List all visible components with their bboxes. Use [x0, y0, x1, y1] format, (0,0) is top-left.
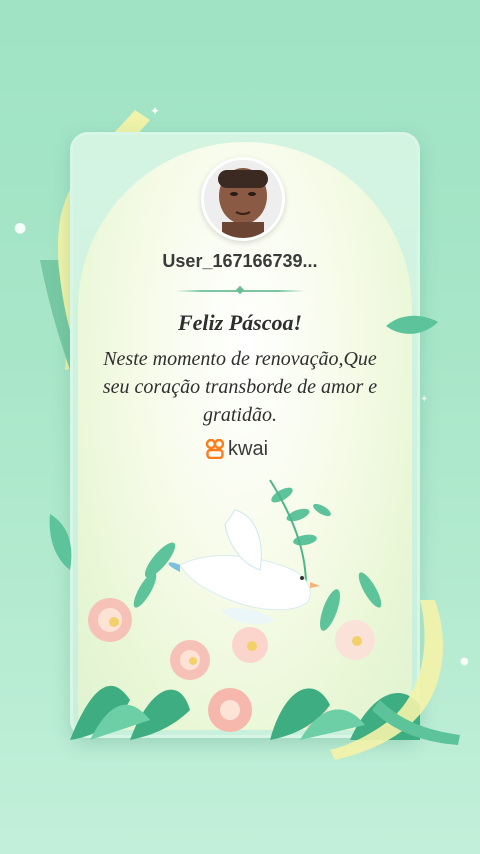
sparkle-icon: ✦	[420, 394, 429, 405]
sparkle-icon: ●	[14, 220, 27, 236]
leaf-decoration	[386, 315, 438, 334]
ribbon-decoration	[330, 600, 460, 760]
username-label[interactable]: User_167166739...	[100, 251, 380, 272]
message-line: gratidão.	[203, 404, 277, 426]
dove-illustration	[168, 509, 320, 625]
card-title: Feliz Páscoa!	[177, 310, 303, 335]
kwai-brand: kwai	[206, 437, 268, 461]
card-message: Neste momento de renovação,Que seu coraç…	[80, 345, 400, 429]
sparkle-icon: ●	[460, 656, 469, 667]
kwai-logo-icon	[206, 439, 224, 459]
avatar[interactable]	[201, 157, 285, 241]
kwai-wordmark: kwai	[228, 437, 269, 460]
message-line: Neste momento de renovação,Que	[103, 348, 377, 370]
avatar-photo	[204, 160, 282, 238]
message-line: seu coração transborde de amor e	[102, 376, 378, 398]
